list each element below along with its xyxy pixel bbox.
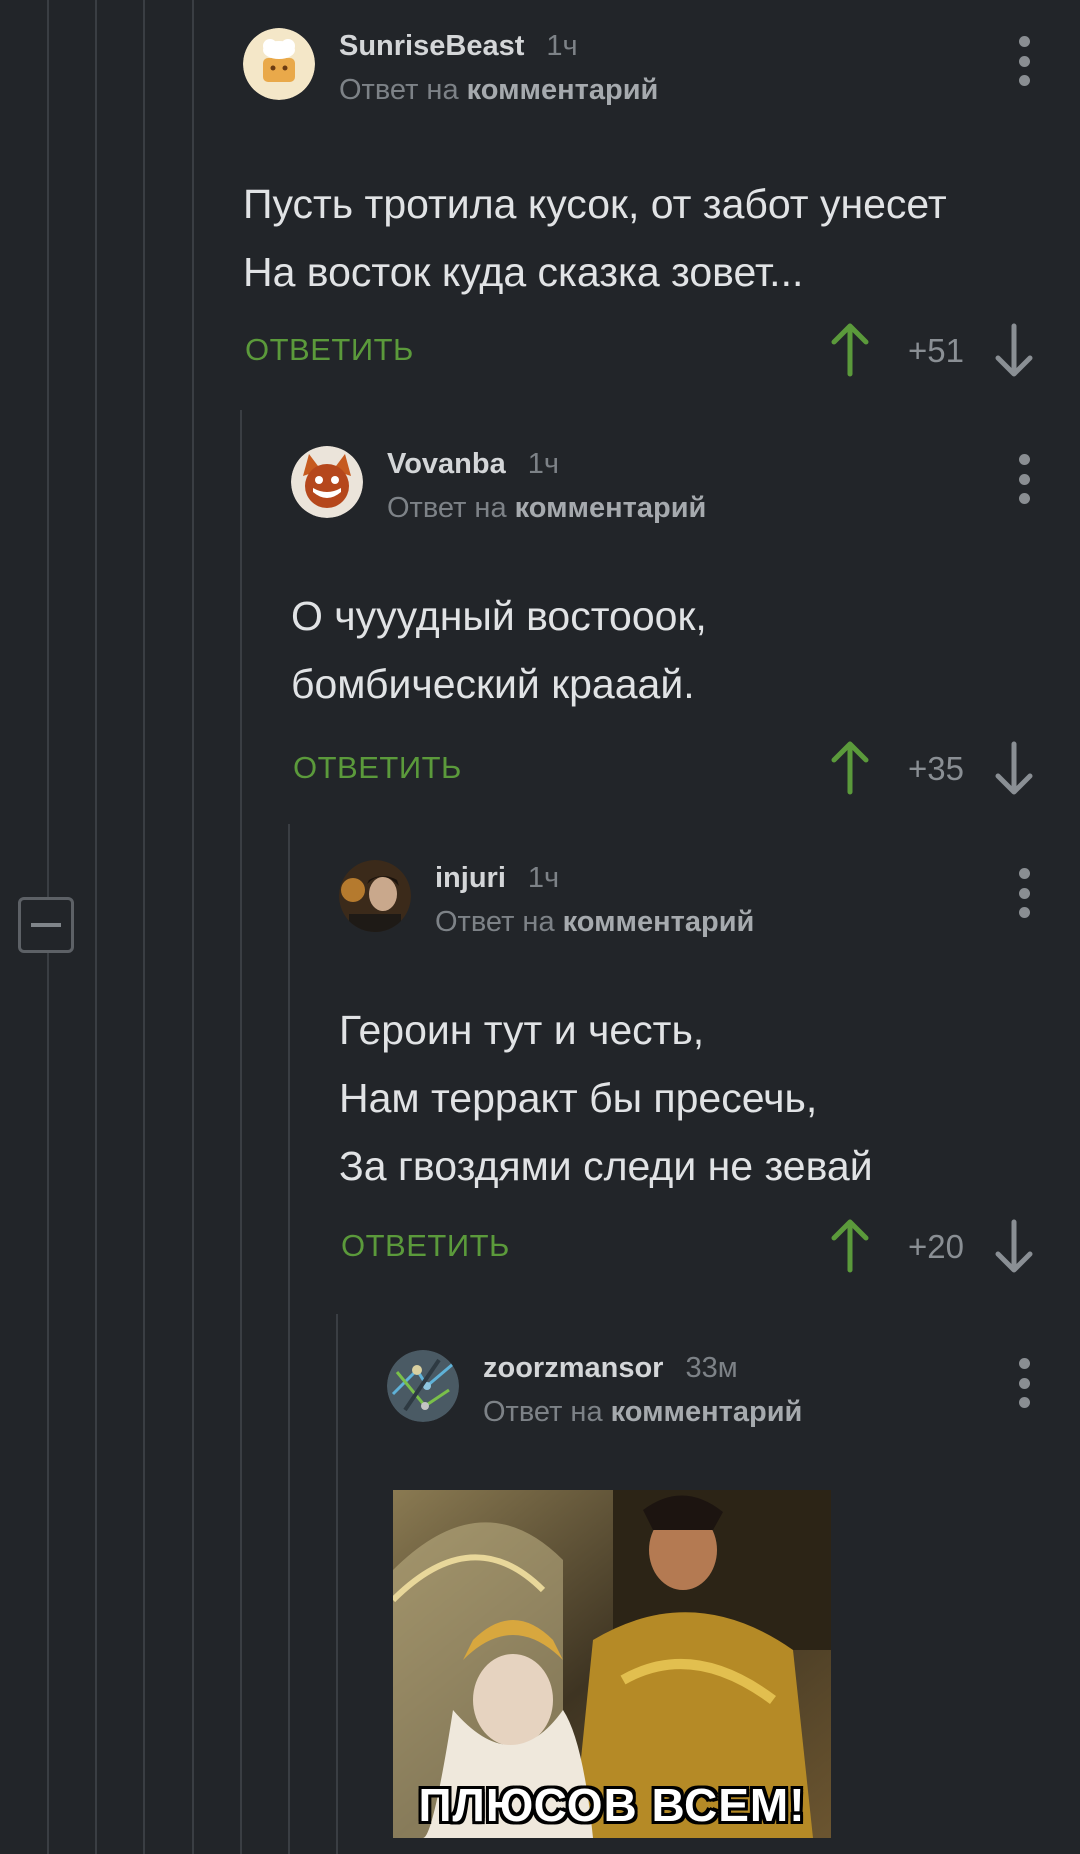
reply-button[interactable]: ОТВЕТИТЬ bbox=[245, 332, 414, 368]
avatar[interactable] bbox=[339, 860, 411, 932]
minus-icon bbox=[31, 923, 61, 927]
comment-image[interactable]: ПЛЮСОВ ВСЕМ! bbox=[393, 1490, 831, 1838]
thread-line bbox=[240, 410, 242, 1854]
reply-to-link[interactable]: комментарий bbox=[563, 906, 755, 938]
reply-to-label: Ответ на комментарий bbox=[435, 906, 755, 938]
more-options-icon[interactable] bbox=[1018, 868, 1030, 918]
comment: Vovanba 1ч Ответ на комментарий О чууудны… bbox=[291, 446, 1080, 800]
timestamp: 33м bbox=[685, 1352, 738, 1384]
more-options-icon[interactable] bbox=[1018, 36, 1030, 86]
comment-text: Пусть тротила кусок, от забот унесет На … bbox=[243, 181, 947, 295]
collapse-thread-button[interactable] bbox=[18, 897, 74, 953]
downvote-icon[interactable] bbox=[992, 322, 1036, 378]
reply-to-label: Ответ на комментарий bbox=[483, 1396, 803, 1428]
comment: zoorzmansor 33м Ответ на комментарий bbox=[387, 1350, 1080, 1440]
username[interactable]: injuri 1ч bbox=[435, 862, 559, 895]
downvote-icon[interactable] bbox=[992, 1218, 1036, 1274]
reply-to-label: Ответ на комментарий bbox=[339, 74, 659, 106]
upvote-icon[interactable] bbox=[828, 322, 872, 378]
thread-line bbox=[192, 0, 194, 1854]
comment-text: Героин тут и честь, Нам терракт бы пресе… bbox=[339, 1007, 873, 1189]
thread-line bbox=[336, 1314, 338, 1854]
rating-score: +51 bbox=[908, 332, 964, 369]
reply-to-link[interactable]: комментарий bbox=[611, 1396, 803, 1428]
avatar[interactable] bbox=[387, 1350, 459, 1422]
meme-caption: ПЛЮСОВ ВСЕМ! bbox=[418, 1779, 806, 1831]
thread-line bbox=[95, 0, 97, 1854]
reply-button[interactable]: ОТВЕТИТЬ bbox=[293, 750, 462, 786]
timestamp: 1ч bbox=[527, 862, 560, 894]
avatar[interactable] bbox=[243, 28, 315, 100]
reply-to-label: Ответ на комментарий bbox=[387, 492, 707, 524]
upvote-icon[interactable] bbox=[828, 1218, 872, 1274]
more-options-icon[interactable] bbox=[1018, 454, 1030, 504]
thread-line bbox=[143, 0, 145, 1854]
more-options-icon[interactable] bbox=[1018, 1358, 1030, 1408]
comment: injuri 1ч Ответ на комментарий Героин тут… bbox=[339, 860, 1080, 1278]
username[interactable]: zoorzmansor 33м bbox=[483, 1352, 738, 1385]
comment-text: О чууудный востооок, бомбический крааай. bbox=[291, 593, 707, 707]
rating-score: +20 bbox=[908, 1228, 964, 1265]
comment: SunriseBeast 1ч Ответ на комментарий Пуст… bbox=[243, 28, 1080, 382]
rating-score: +35 bbox=[908, 750, 964, 787]
reply-button[interactable]: ОТВЕТИТЬ bbox=[341, 1228, 510, 1264]
username[interactable]: Vovanba 1ч bbox=[387, 448, 559, 481]
downvote-icon[interactable] bbox=[992, 740, 1036, 796]
timestamp: 1ч bbox=[527, 448, 559, 480]
reply-to-link[interactable]: комментарий bbox=[515, 492, 707, 524]
thread-line bbox=[288, 824, 290, 1854]
username[interactable]: SunriseBeast 1ч bbox=[339, 30, 578, 63]
timestamp: 1ч bbox=[546, 30, 578, 62]
reply-to-link[interactable]: комментарий bbox=[467, 74, 659, 106]
upvote-icon[interactable] bbox=[828, 740, 872, 796]
avatar[interactable] bbox=[291, 446, 363, 518]
